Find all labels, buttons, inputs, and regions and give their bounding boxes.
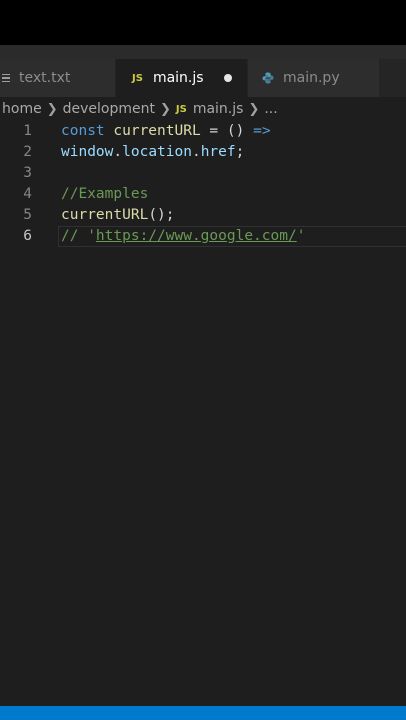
tab-main-py[interactable]: main.py xyxy=(248,59,380,97)
breadcrumb-item-file[interactable]: main.js xyxy=(193,101,244,117)
code-line[interactable]: 4 //Examples xyxy=(0,184,406,205)
code-line[interactable]: 3 xyxy=(0,163,406,184)
function-name-token: currentURL xyxy=(113,123,201,139)
line-number: 2 xyxy=(23,144,32,160)
breadcrumb-item-more[interactable]: ... xyxy=(264,101,277,117)
tab-label: main.py xyxy=(283,70,340,86)
arrow-token: => xyxy=(253,123,271,139)
top-bar xyxy=(0,0,406,45)
tab-main-js[interactable]: JS main.js xyxy=(116,59,248,97)
line-number: 5 xyxy=(23,207,32,223)
code-line[interactable]: 1 const currentURL = () => xyxy=(0,121,406,142)
url-link[interactable]: https://www.google.com/ xyxy=(96,228,297,244)
code-editor[interactable]: 1 const currentURL = () => 2 window.loca… xyxy=(0,121,406,247)
keyword-token: const xyxy=(61,123,105,139)
text-file-icon xyxy=(2,72,10,85)
python-file-icon xyxy=(262,72,274,84)
comment-token: // ' xyxy=(61,228,96,244)
unsaved-dot-icon[interactable] xyxy=(224,74,232,82)
code-text: const currentURL = () => xyxy=(61,121,271,142)
chevron-right-icon: ❯ xyxy=(159,101,171,117)
code-line[interactable]: 2 window.location.href; xyxy=(0,142,406,163)
operator-token: (); xyxy=(148,207,175,223)
dot-token: . xyxy=(191,144,201,160)
property-token: location xyxy=(122,144,192,160)
code-line[interactable]: 5 currentURL(); xyxy=(0,205,406,226)
operator-token: = () xyxy=(200,123,254,139)
comment-token: ' xyxy=(296,228,306,244)
status-bar xyxy=(0,706,406,720)
object-token: window xyxy=(61,144,114,160)
code-text: // 'https://www.google.com/' xyxy=(61,226,305,247)
breadcrumb-item-development[interactable]: development xyxy=(63,101,155,117)
line-number: 4 xyxy=(23,186,32,202)
title-strip xyxy=(0,45,406,59)
line-number: 3 xyxy=(23,165,32,181)
tab-bar: text.txt JS main.js main.py xyxy=(0,59,406,97)
tab-text-txt[interactable]: text.txt xyxy=(0,59,116,97)
line-number: 1 xyxy=(23,123,32,139)
chevron-right-icon: ❯ xyxy=(248,101,260,117)
code-line-current[interactable]: 6 // 'https://www.google.com/' xyxy=(0,226,406,247)
code-text: window.location.href; xyxy=(61,142,244,163)
js-file-icon: JS xyxy=(175,103,187,115)
property-token: href xyxy=(200,144,236,160)
comment-token: //Examples xyxy=(61,186,149,202)
tab-label: text.txt xyxy=(19,70,71,86)
code-text: currentURL(); xyxy=(61,205,175,226)
breadcrumb-item-home[interactable]: home xyxy=(2,101,42,117)
chevron-right-icon: ❯ xyxy=(46,101,58,117)
tab-label: main.js xyxy=(152,70,204,86)
function-call-token: currentURL xyxy=(61,207,149,223)
semicolon-token: ; xyxy=(235,144,245,160)
breadcrumb: home ❯ development ❯ JS main.js ❯ ... xyxy=(0,97,406,121)
line-number: 6 xyxy=(23,228,32,244)
js-file-icon: JS xyxy=(132,72,143,84)
dot-token: . xyxy=(113,144,123,160)
